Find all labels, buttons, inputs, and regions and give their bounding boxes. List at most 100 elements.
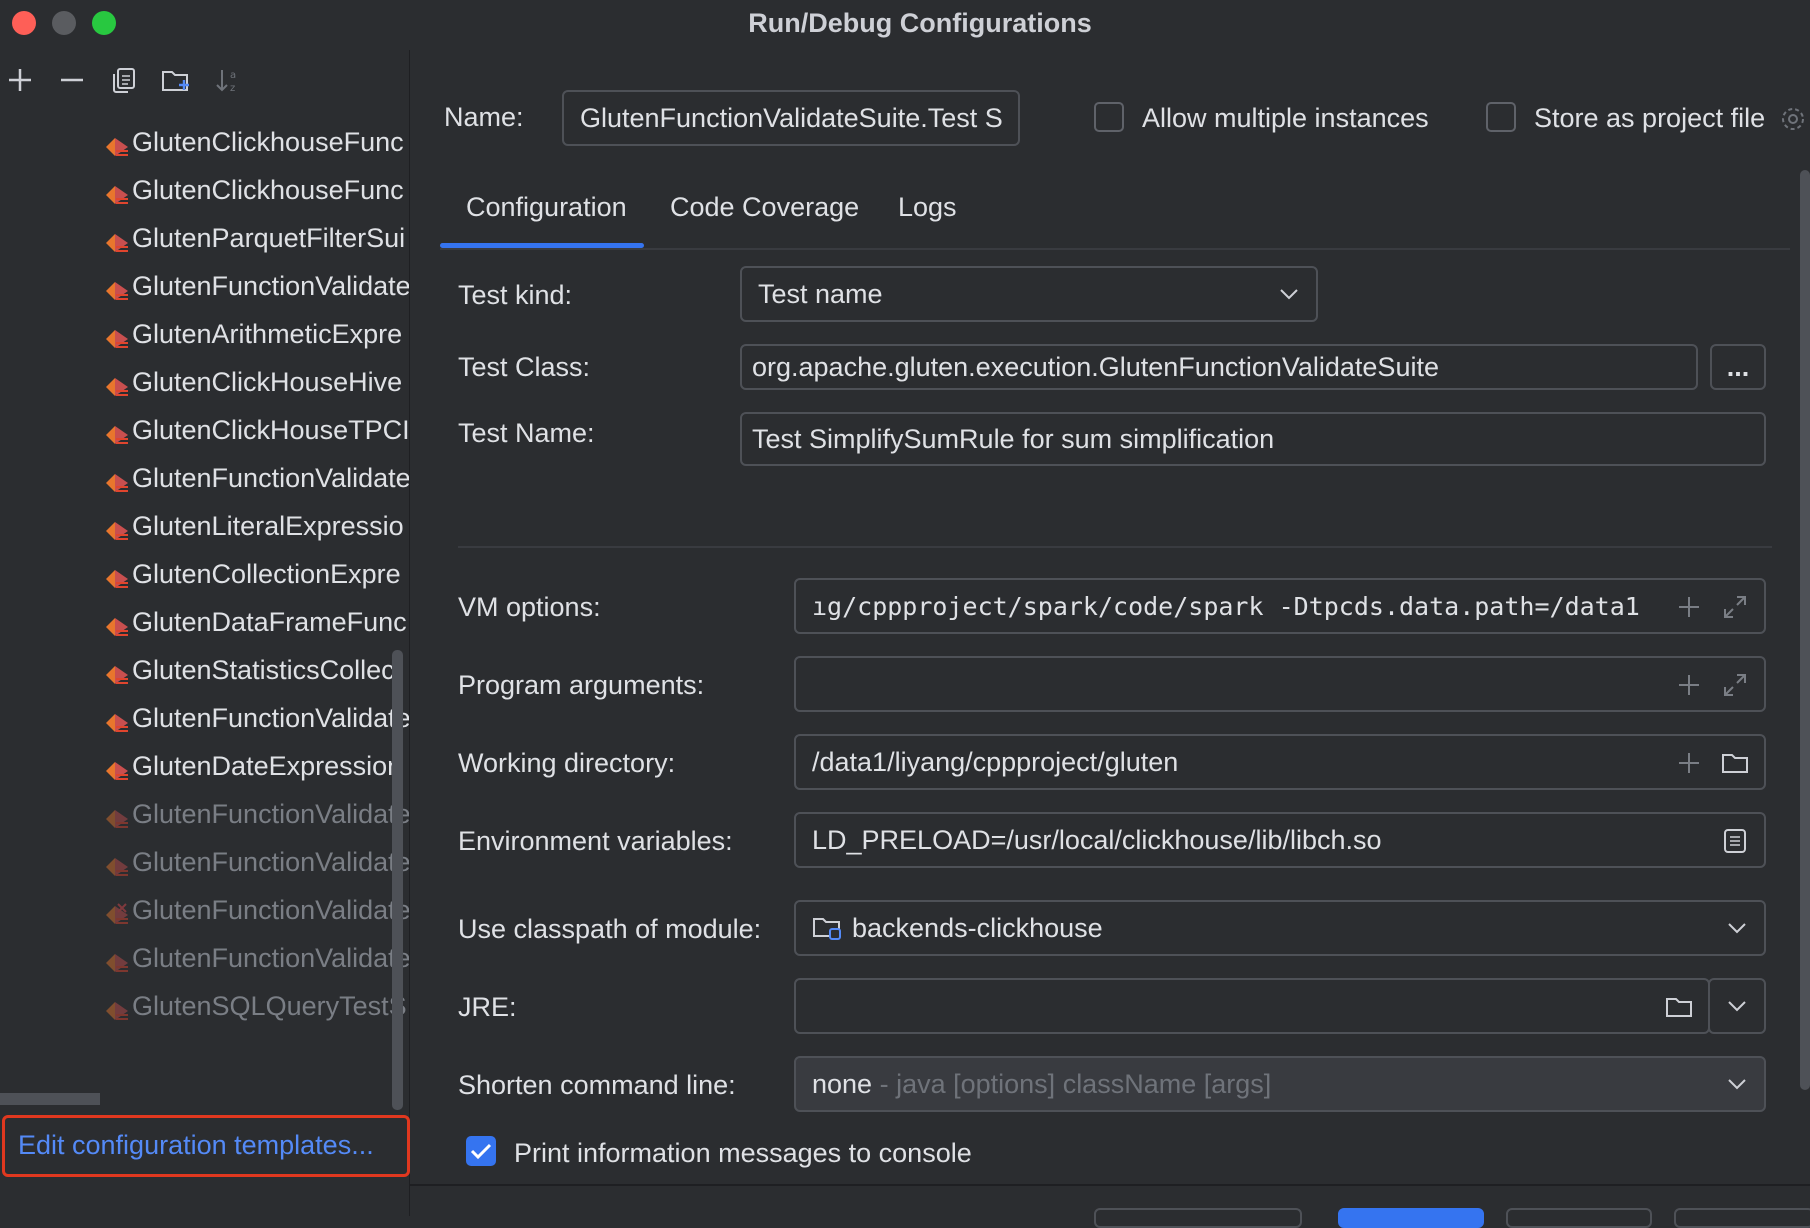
edit-templates-link[interactable]: Edit configuration templates... (18, 1130, 374, 1161)
test-config-icon (104, 273, 130, 300)
jre-label: JRE: (458, 992, 517, 1022)
tree-item[interactable]: GlutenClickhouseFunc (104, 168, 409, 212)
test-config-icon (104, 609, 130, 636)
add-icon[interactable] (1674, 592, 1704, 622)
tree-item[interactable]: GlutenStatisticsCollect (104, 648, 409, 692)
tree-item[interactable]: GlutenClickHouseTPCI (104, 408, 409, 452)
checkmark-icon (470, 1143, 492, 1160)
tree-item[interactable]: GlutenFunctionValidate (104, 456, 409, 500)
tab-configuration[interactable]: Configuration (442, 190, 651, 250)
vm-options-field[interactable]: ıg/cppproject/spark/code/spark -Dtpcds.d… (794, 578, 1766, 634)
tree-item-label: GlutenClickHouseHive (132, 367, 403, 397)
tree-item[interactable]: GlutenArithmeticExpre (104, 312, 409, 356)
test-config-icon (104, 561, 130, 588)
svg-text:z: z (230, 83, 235, 94)
tree-item[interactable]: GlutenCollectionExpre (104, 552, 409, 596)
cancel-button[interactable] (1506, 1208, 1652, 1228)
tree-item[interactable]: GlutenFunctionValidate (104, 792, 409, 836)
tree-vertical-scrollbar[interactable] (392, 650, 403, 1110)
name-field[interactable]: GlutenFunctionValidateSuite.Test S (562, 90, 1020, 146)
shorten-dropdown[interactable]: none - java [options] className [args] (794, 1056, 1766, 1112)
add-icon[interactable] (1674, 748, 1704, 778)
tabs-separator (440, 248, 1790, 250)
tab-code-coverage[interactable]: Code Coverage (646, 190, 883, 250)
classpath-value: backends-clickhouse (852, 912, 1103, 943)
remove-icon[interactable] (52, 60, 92, 100)
form-vertical-scrollbar[interactable] (1800, 170, 1810, 1090)
footer-button[interactable] (1094, 1208, 1302, 1228)
tree-item-label: GlutenFunctionValidate (132, 271, 409, 301)
program-args-field[interactable] (794, 656, 1766, 712)
tree-item[interactable]: GlutenClickhouseFunc (104, 120, 409, 164)
new-folder-icon[interactable] (156, 60, 196, 100)
expand-icon[interactable] (1720, 592, 1750, 622)
test-config-icon (104, 753, 130, 780)
tree-item[interactable]: GlutenClickHouseHive (104, 360, 409, 404)
print-info-checkbox[interactable] (466, 1136, 496, 1166)
expand-icon[interactable] (1720, 670, 1750, 700)
sort-icon[interactable]: az (208, 60, 248, 100)
test-name-field[interactable]: Test SimplifySumRule for sum simplificat… (740, 412, 1766, 466)
tree-item[interactable]: GlutenFunctionValidate (104, 264, 409, 308)
tree-item[interactable]: GlutenFunctionValidate (104, 936, 409, 980)
test-config-icon (104, 129, 130, 156)
shorten-value: none (812, 1068, 873, 1099)
svg-text:a: a (230, 70, 236, 81)
classpath-label: Use classpath of module: (458, 914, 762, 944)
test-config-icon (104, 993, 130, 1020)
tree-item-label: GlutenFunctionValidate (132, 847, 409, 877)
jre-field[interactable] (794, 978, 1710, 1034)
tree-item-label: GlutenFunctionValidate (132, 799, 409, 829)
allow-multiple-checkbox[interactable] (1094, 102, 1124, 132)
folder-icon[interactable] (1720, 748, 1750, 778)
jre-dropdown-button[interactable] (1708, 978, 1766, 1034)
chevron-down-icon (1728, 1001, 1746, 1012)
allow-multiple-label: Allow multiple instances (1142, 103, 1429, 133)
tree-item[interactable]: GlutenFunctionValidate (104, 696, 409, 740)
apply-button[interactable] (1674, 1208, 1810, 1228)
browse-class-button[interactable]: ... (1710, 344, 1766, 390)
tree-horizontal-scrollbar[interactable] (0, 1093, 100, 1105)
shorten-hint: - java [options] className [args] (879, 1068, 1272, 1099)
test-kind-value: Test name (758, 278, 883, 309)
gear-icon[interactable] (1778, 104, 1808, 134)
add-icon[interactable] (0, 60, 40, 100)
test-config-icon (104, 369, 130, 396)
test-class-label: Test Class: (458, 352, 591, 382)
add-icon[interactable] (1674, 670, 1704, 700)
ok-button[interactable] (1338, 1208, 1484, 1228)
copy-icon[interactable] (104, 60, 144, 100)
tree-item[interactable]: GlutenFunctionValidate (104, 888, 409, 932)
program-args-label: Program arguments: (458, 670, 705, 700)
working-dir-field[interactable]: /data1/liyang/cppproject/gluten (794, 734, 1766, 790)
configurations-tree: GlutenClickhouseFunc GlutenClickhouseFunc… (0, 120, 409, 1040)
test-config-icon (104, 465, 130, 492)
test-config-icon (104, 705, 130, 732)
store-project-checkbox[interactable] (1486, 102, 1516, 132)
tree-item-label: GlutenClickhouseFunc (132, 175, 404, 205)
tree-item[interactable]: GlutenParquetFilterSui (104, 216, 409, 260)
test-config-icon (104, 225, 130, 252)
test-config-icon (104, 945, 130, 972)
classpath-dropdown[interactable]: backends-clickhouse (794, 900, 1766, 956)
tree-item-label: GlutenFunctionValidate (132, 463, 409, 493)
test-config-icon (104, 417, 130, 444)
tree-item[interactable]: GlutenDataFrameFunc (104, 600, 409, 644)
tab-logs[interactable]: Logs (874, 190, 981, 250)
folder-icon[interactable] (1664, 992, 1694, 1022)
chevron-down-icon (1728, 923, 1746, 934)
tree-item[interactable]: GlutenSQLQueryTestS (104, 984, 409, 1028)
tree-item[interactable]: GlutenFunctionValidate (104, 840, 409, 884)
shorten-label: Shorten command line: (458, 1070, 736, 1100)
test-kind-label: Test kind: (458, 280, 573, 310)
tree-item-label: GlutenDataFrameFunc (132, 607, 407, 637)
env-vars-field[interactable]: LD_PRELOAD=/usr/local/clickhouse/lib/lib… (794, 812, 1766, 868)
list-icon[interactable] (1720, 826, 1750, 856)
tree-item-label: GlutenStatisticsCollect (132, 655, 403, 685)
tree-item-label: GlutenDateExpression (132, 751, 403, 781)
test-class-field[interactable]: org.apache.gluten.execution.GlutenFuncti… (740, 344, 1698, 390)
tree-item[interactable]: GlutenDateExpression (104, 744, 409, 788)
tree-item[interactable]: GlutenLiteralExpressio (104, 504, 409, 548)
test-kind-dropdown[interactable]: Test name (740, 266, 1318, 322)
panel-divider[interactable] (409, 50, 410, 1216)
